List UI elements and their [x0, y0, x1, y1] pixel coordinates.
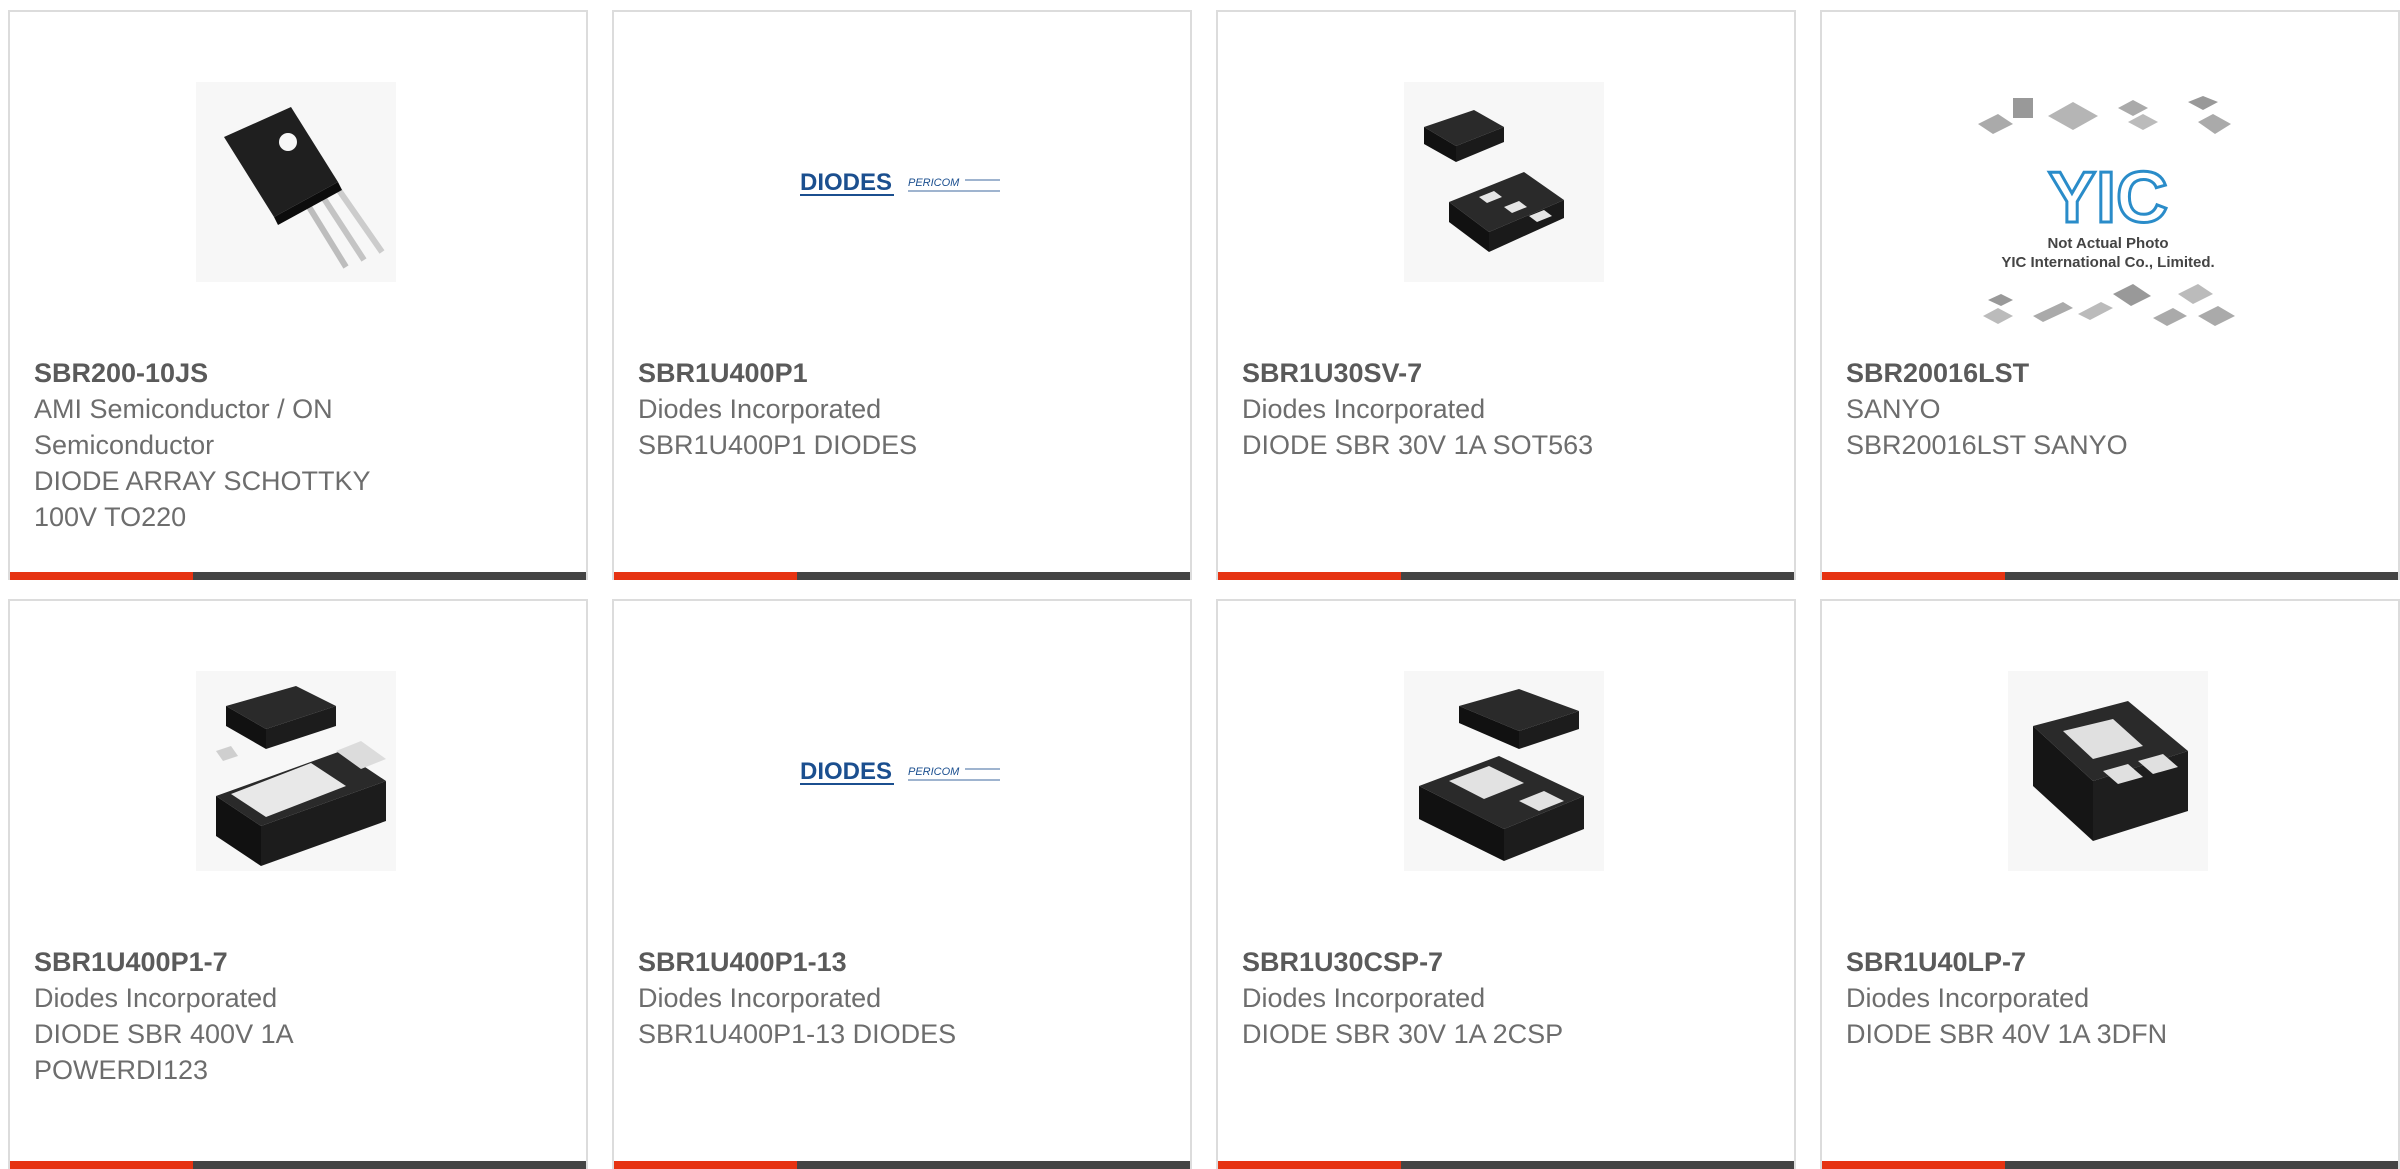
product-card[interactable]: DIODES PERICOM SBR1U400P1-13 Diodes Inco… [612, 599, 1192, 1169]
diodes-pericom-logo[interactable]: DIODES PERICOM [800, 82, 1000, 282]
card-accent-bar [1822, 1161, 2005, 1169]
card-footer-bar [1218, 1161, 1794, 1169]
product-info: SBR1U40LP-7 Diodes Incorporated DIODE SB… [1846, 944, 2374, 1052]
manufacturer: AMI Semiconductor / ON Semiconductor [34, 394, 333, 460]
part-number[interactable]: SBR1U400P1-7 [34, 944, 562, 980]
card-accent-bar [1218, 572, 1401, 580]
product-info: SBR1U400P1 Diodes Incorporated SBR1U400P… [638, 355, 1166, 463]
part-number[interactable]: SBR1U30CSP-7 [1242, 944, 1770, 980]
diodes-logo-text: DIODES [800, 758, 892, 785]
powerdi123-package-icon[interactable] [196, 671, 396, 871]
manufacturer: Diodes Incorporated [1242, 983, 1486, 1013]
product-card[interactable]: SBR200-10JS AMI Semiconductor / ON Semic… [8, 10, 588, 580]
description: DIODE SBR 40V 1A 3DFN [1846, 1019, 2168, 1049]
product-info: SBR200-10JS AMI Semiconductor / ON Semic… [34, 355, 562, 535]
description: SBR1U400P1 DIODES [638, 430, 918, 460]
card-accent-bar [614, 572, 797, 580]
product-info: SBR1U30SV-7 Diodes Incorporated DIODE SB… [1242, 355, 1770, 463]
part-number[interactable]: SBR20016LST [1846, 355, 2374, 391]
description: SBR20016LST SANYO [1846, 430, 2128, 460]
product-card[interactable]: YIC Not Actual Photo YIC International C… [1820, 10, 2400, 580]
yic-placeholder-image[interactable]: YIC Not Actual Photo YIC International C… [1973, 94, 2243, 344]
product-card[interactable]: SBR1U40LP-7 Diodes Incorporated DIODE SB… [1820, 599, 2400, 1169]
3dfn-package-icon[interactable] [2008, 671, 2208, 871]
part-number[interactable]: SBR1U400P1-13 [638, 944, 1166, 980]
diodes-logo-text: DIODES [800, 169, 892, 196]
pericom-logo-text: PERICOM [908, 766, 960, 778]
2csp-package-icon[interactable] [1404, 671, 1604, 871]
card-accent-bar [10, 1161, 193, 1169]
product-info: SBR1U400P1-13 Diodes Incorporated SBR1U4… [638, 944, 1166, 1052]
pericom-logo-text: PERICOM [908, 177, 960, 189]
product-grid: SBR200-10JS AMI Semiconductor / ON Semic… [8, 10, 2400, 1169]
card-footer-bar [614, 1161, 1190, 1169]
part-number[interactable]: SBR1U40LP-7 [1846, 944, 2374, 980]
product-info: SBR1U400P1-7 Diodes Incorporated DIODE S… [34, 944, 562, 1088]
manufacturer: Diodes Incorporated [34, 983, 278, 1013]
card-footer-bar [10, 1161, 586, 1169]
manufacturer: Diodes Incorporated [638, 983, 882, 1013]
placeholder-caption-line2: YIC International Co., Limited. [2001, 254, 2214, 271]
to220-package-icon[interactable] [196, 82, 396, 282]
card-footer-bar [1822, 572, 2398, 580]
manufacturer: SANYO [1846, 394, 1941, 424]
product-card[interactable]: SBR1U30CSP-7 Diodes Incorporated DIODE S… [1216, 599, 1796, 1169]
part-number[interactable]: SBR1U30SV-7 [1242, 355, 1770, 391]
card-footer-bar [614, 572, 1190, 580]
product-info: SBR1U30CSP-7 Diodes Incorporated DIODE S… [1242, 944, 1770, 1052]
description: DIODE SBR 30V 1A SOT563 [1242, 430, 1594, 460]
description: SBR1U400P1-13 DIODES [638, 1019, 957, 1049]
yic-logo: YIC [2048, 158, 2168, 238]
card-accent-bar [1822, 572, 2005, 580]
card-accent-bar [614, 1161, 797, 1169]
sot563-package-icon[interactable] [1404, 82, 1604, 282]
manufacturer: Diodes Incorporated [1846, 983, 2090, 1013]
card-footer-bar [10, 572, 586, 580]
manufacturer: Diodes Incorporated [638, 394, 882, 424]
placeholder-caption-line1: Not Actual Photo [2047, 235, 2168, 252]
card-accent-bar [1218, 1161, 1401, 1169]
product-card[interactable]: DIODES PERICOM SBR1U400P1 Diodes Incorpo… [612, 10, 1192, 580]
part-number[interactable]: SBR1U400P1 [638, 355, 1166, 391]
card-footer-bar [1822, 1161, 2398, 1169]
card-footer-bar [1218, 572, 1794, 580]
description: DIODE ARRAY SCHOTTKY 100V TO220 [34, 466, 371, 532]
manufacturer: Diodes Incorporated [1242, 394, 1486, 424]
product-card[interactable]: SBR1U400P1-7 Diodes Incorporated DIODE S… [8, 599, 588, 1169]
diodes-pericom-logo[interactable]: DIODES PERICOM [800, 671, 1000, 871]
product-info: SBR20016LST SANYO SBR20016LST SANYO [1846, 355, 2374, 463]
part-number[interactable]: SBR200-10JS [34, 355, 562, 391]
product-card[interactable]: SBR1U30SV-7 Diodes Incorporated DIODE SB… [1216, 10, 1796, 580]
description: DIODE SBR 400V 1A POWERDI123 [34, 1019, 293, 1085]
card-accent-bar [10, 572, 193, 580]
description: DIODE SBR 30V 1A 2CSP [1242, 1019, 1564, 1049]
